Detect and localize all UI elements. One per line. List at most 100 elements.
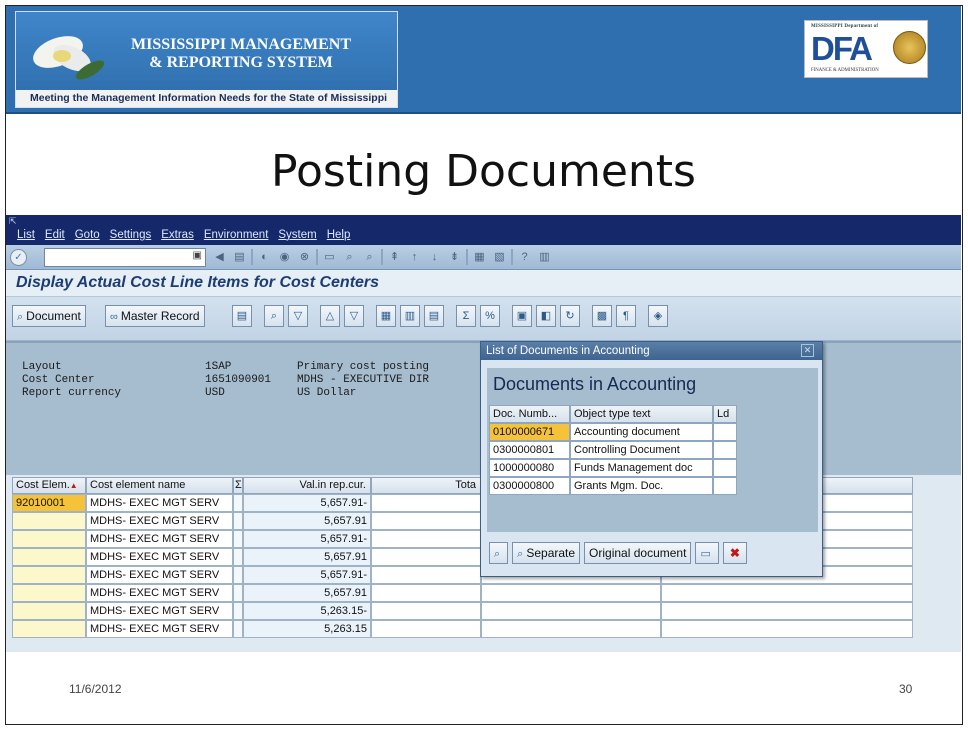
menu-corner-icon[interactable]: ⇱ [9, 216, 17, 227]
command-field[interactable]: ▣ [44, 248, 206, 267]
cell-cost-element-name[interactable]: MDHS- EXEC MGT SERV [86, 584, 233, 602]
table-row[interactable]: MDHS- EXEC MGT SERV 5,263.15- [12, 602, 913, 620]
enter-check-icon[interactable]: ✓ [10, 249, 27, 266]
cell-cost-elem[interactable] [12, 584, 86, 602]
cell-cost-elem[interactable] [12, 530, 86, 548]
menu-extras[interactable]: Extras [161, 229, 194, 241]
cancel-icon[interactable]: ⊗ [296, 249, 313, 266]
popup-titlebar[interactable]: List of Documents in Accounting ✕ [481, 342, 822, 360]
save-icon[interactable]: ▤ [231, 249, 248, 266]
abc-icon[interactable]: ¶ [616, 305, 636, 327]
cell-cost-elem[interactable] [12, 620, 86, 638]
table-row[interactable]: 0300000801 Controlling Document [489, 441, 737, 459]
table-row[interactable]: 0300000800 Grants Mgm. Doc. [489, 477, 737, 495]
sort-ascending-icon[interactable]: △ [320, 305, 340, 327]
cell-cost-element-name[interactable]: MDHS- EXEC MGT SERV [86, 530, 233, 548]
calculator-icon[interactable]: ▩ [592, 305, 612, 327]
cell-value[interactable]: 5,263.15- [243, 602, 371, 620]
new-session-icon[interactable]: ▦ [471, 249, 488, 266]
col-cost-element-name[interactable]: Cost element name [86, 477, 233, 494]
table-row[interactable]: MDHS- EXEC MGT SERV 5,657.91 [12, 584, 913, 602]
cell-cost-element-name[interactable]: MDHS- EXEC MGT SERV [86, 602, 233, 620]
menu-goto[interactable]: Goto [75, 229, 100, 241]
cell-cost-element-name[interactable]: MDHS- EXEC MGT SERV [86, 512, 233, 530]
cell-cost-element-name[interactable]: MDHS- EXEC MGT SERV [86, 566, 233, 584]
cell-value[interactable]: 5,657.91- [243, 566, 371, 584]
exit-icon[interactable]: ◉ [276, 249, 293, 266]
col-ld[interactable]: Ld [713, 405, 737, 423]
cell-value[interactable]: 5,263.15 [243, 620, 371, 638]
layout-icon[interactable]: ▣ [512, 305, 532, 327]
columns-icon[interactable]: ▥ [400, 305, 420, 327]
last-page-icon[interactable]: ⇟ [446, 249, 463, 266]
cell-cost-elem[interactable] [12, 602, 86, 620]
document-button[interactable]: ⌕ Document [12, 305, 86, 327]
table-row[interactable]: MDHS- EXEC MGT SERV 5,263.15 [12, 620, 913, 638]
cell-cost-element-name[interactable]: MDHS- EXEC MGT SERV [86, 494, 233, 512]
command-dropdown-icon[interactable]: ▣ [193, 250, 202, 261]
cell-object-type[interactable]: Funds Management doc [570, 459, 713, 477]
cell-cost-elem[interactable] [12, 512, 86, 530]
cell-cost-elem[interactable] [12, 548, 86, 566]
cell-value[interactable]: 5,657.91 [243, 584, 371, 602]
sum-icon[interactable]: Σ [456, 305, 476, 327]
cell-object-type[interactable]: Accounting document [570, 423, 713, 441]
cell-cost-element-name[interactable]: MDHS- EXEC MGT SERV [86, 548, 233, 566]
table-row[interactable]: 0100000671 Accounting document [489, 423, 737, 441]
original-document-button[interactable]: Original document [584, 542, 692, 564]
menu-help[interactable]: Help [327, 229, 351, 241]
shortcut-icon[interactable]: ▧ [491, 249, 508, 266]
cancel-button[interactable]: ✖ [722, 542, 747, 564]
print-icon[interactable]: ▭ [321, 249, 338, 266]
first-page-icon[interactable]: ⇞ [386, 249, 403, 266]
col-doc-number[interactable]: Doc. Numb... [489, 405, 570, 423]
menu-settings[interactable]: Settings [110, 229, 152, 241]
cell-value[interactable]: 5,657.91 [243, 512, 371, 530]
menu-list[interactable]: List [17, 229, 35, 241]
col-value-rep-cur[interactable]: Val.in rep.cur. [243, 477, 371, 494]
cell-object-type[interactable]: Controlling Document [570, 441, 713, 459]
next-page-icon[interactable]: ↓ [426, 249, 443, 266]
print-button[interactable]: ▭ [695, 542, 719, 564]
back-icon[interactable]: ◐ [256, 249, 273, 266]
master-record-button[interactable]: ∞ Master Record [105, 305, 205, 327]
col-cost-elem[interactable]: Cost Elem.▲ [12, 477, 86, 494]
grid-icon[interactable]: ▦ [376, 305, 396, 327]
back-arrow-icon[interactable]: ◀ [211, 249, 228, 266]
col-sigma[interactable]: Σ [233, 477, 243, 494]
close-icon[interactable]: ✕ [801, 344, 814, 357]
filter-icon[interactable]: ▽ [288, 305, 308, 327]
cell-cost-elem[interactable]: 92010001 [12, 494, 86, 512]
refresh-icon[interactable]: ↻ [560, 305, 580, 327]
help-icon[interactable]: ? [516, 249, 533, 266]
details-icon[interactable]: ▤ [232, 305, 252, 327]
col-object-type[interactable]: Object type text [570, 405, 713, 423]
menu-environment[interactable]: Environment [204, 229, 269, 241]
cell-value[interactable]: 5,657.91- [243, 530, 371, 548]
cell-doc-number[interactable]: 1000000080 [489, 459, 570, 477]
cell-cost-element-name[interactable]: MDHS- EXEC MGT SERV [86, 620, 233, 638]
cell-doc-number[interactable]: 0300000801 [489, 441, 570, 459]
table-row[interactable]: 1000000080 Funds Management doc [489, 459, 737, 477]
rows-icon[interactable]: ▤ [424, 305, 444, 327]
cell-doc-number[interactable]: 0300000800 [489, 477, 570, 495]
previous-page-icon[interactable]: ↑ [406, 249, 423, 266]
layout-menu-icon[interactable]: ▥ [536, 249, 553, 266]
cell-value[interactable]: 5,657.91- [243, 494, 371, 512]
menu-edit[interactable]: Edit [45, 229, 65, 241]
menu-system[interactable]: System [278, 229, 316, 241]
display-document-button[interactable]: ⌕ [489, 542, 509, 564]
subtotal-icon[interactable]: % [480, 305, 500, 327]
col-total[interactable]: Tota [371, 477, 481, 494]
find-next-icon[interactable]: ⌕ [361, 249, 378, 266]
export-icon[interactable]: ◧ [536, 305, 556, 327]
cell-doc-number[interactable]: 0100000671 [489, 423, 570, 441]
cell-object-type[interactable]: Grants Mgm. Doc. [570, 477, 713, 495]
separate-button[interactable]: ⌕ Separate [512, 542, 581, 564]
cell-cost-elem[interactable] [12, 566, 86, 584]
info-icon[interactable]: ◈ [648, 305, 668, 327]
sort-descending-icon[interactable]: ▽ [344, 305, 364, 327]
find-icon[interactable]: ⌕ [341, 249, 358, 266]
search-icon[interactable]: ⌕ [264, 305, 284, 327]
cell-value[interactable]: 5,657.91 [243, 548, 371, 566]
